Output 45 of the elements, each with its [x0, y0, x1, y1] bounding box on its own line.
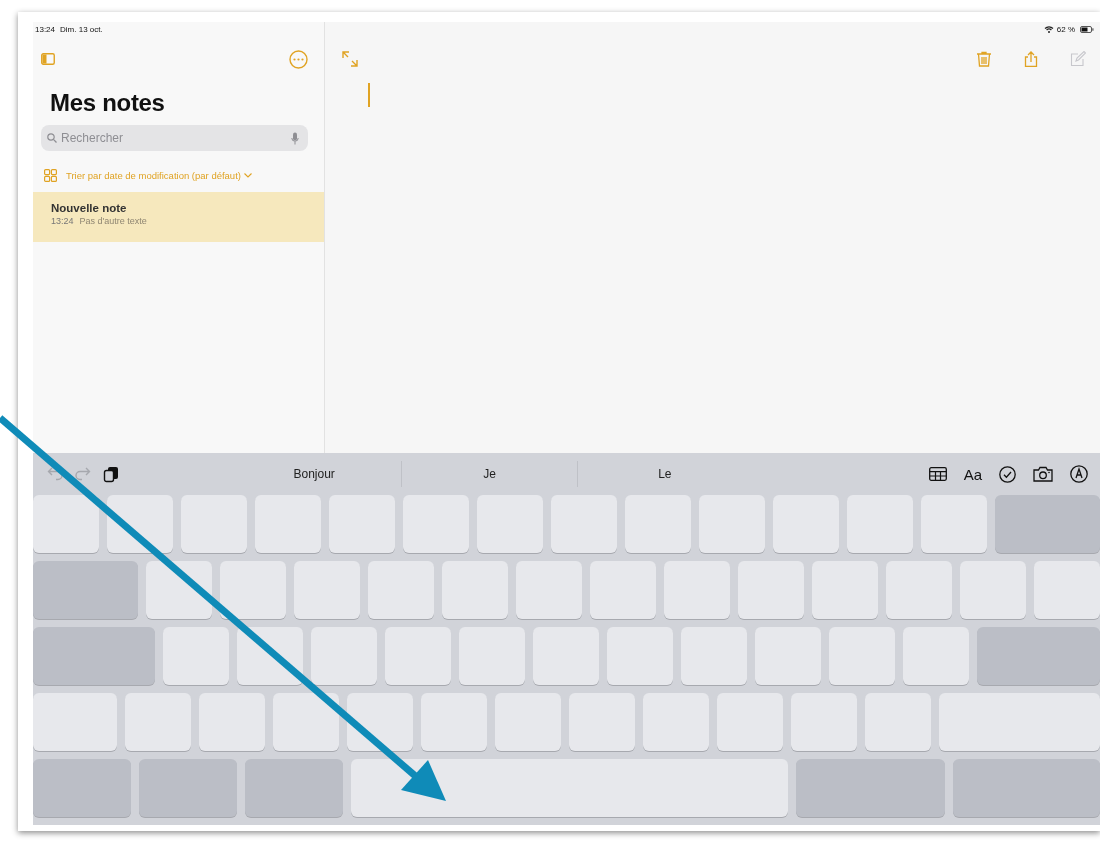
microphone-icon[interactable] [291, 132, 299, 145]
share-icon[interactable] [1023, 51, 1039, 67]
pen-circle-icon[interactable] [1070, 465, 1088, 483]
note-time: 13:24 [51, 216, 74, 226]
modifier-key[interactable] [245, 759, 343, 817]
modifier-key[interactable] [33, 759, 131, 817]
wifi-icon [1043, 25, 1054, 33]
suggestion-button[interactable]: Le [577, 463, 752, 485]
chevron-down-icon [243, 173, 252, 178]
suggestion-button[interactable]: Bonjour [227, 463, 402, 485]
battery-icon [1080, 25, 1094, 33]
modifier-key[interactable] [796, 759, 945, 817]
note-title: Nouvelle note [51, 202, 128, 214]
text-format-button[interactable]: Aa [963, 465, 982, 483]
delete-key[interactable] [995, 495, 1100, 553]
more-icon[interactable] [289, 49, 308, 69]
table-icon[interactable] [928, 467, 947, 481]
camera-icon[interactable] [1033, 466, 1053, 482]
return-key[interactable] [977, 627, 1100, 685]
expand-arrows-icon[interactable] [342, 51, 358, 67]
grid-icon[interactable] [44, 169, 57, 182]
letter-key[interactable] [347, 693, 413, 751]
status-date: Dim. 13 oct. [60, 24, 103, 34]
status-time: 13:24 [35, 24, 56, 34]
note-list-item[interactable]: Nouvelle note 13:24 Pas d'autre texte [33, 192, 324, 242]
sidebar-toggle-icon[interactable] [41, 53, 55, 65]
caps-lock-key[interactable] [33, 627, 155, 685]
trash-icon[interactable] [976, 51, 992, 67]
tab-key[interactable] [33, 561, 138, 619]
sidebar-title: Mes notes [50, 89, 166, 117]
clipboard-icon[interactable] [103, 465, 119, 483]
modifier-key[interactable] [953, 759, 1100, 817]
letter-key[interactable] [273, 693, 339, 751]
suggestion-button[interactable]: Je [402, 463, 577, 485]
text-cursor [368, 83, 370, 107]
shift-key[interactable] [939, 693, 1100, 751]
note-preview: Pas d'autre texte [79, 216, 147, 226]
checkmark-circle-icon[interactable] [999, 465, 1016, 483]
letter-key[interactable] [220, 561, 286, 619]
shift-key[interactable] [33, 693, 117, 751]
search-field[interactable]: Rechercher [41, 125, 308, 151]
modifier-key[interactable] [139, 759, 237, 817]
battery-percent: 62 % [1056, 24, 1075, 34]
letter-key[interactable] [33, 495, 99, 553]
space-bar[interactable] [351, 759, 788, 817]
